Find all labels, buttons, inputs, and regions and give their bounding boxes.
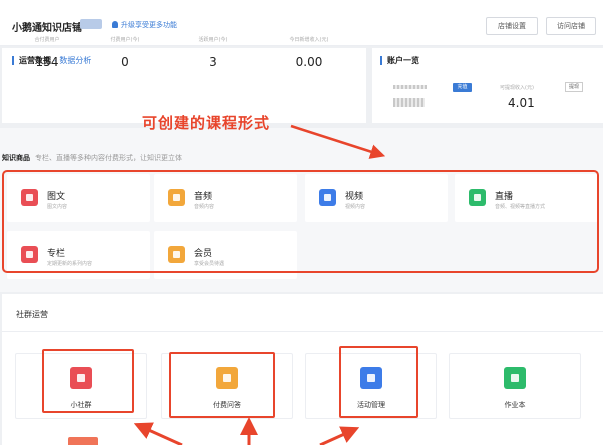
blurred-label xyxy=(393,85,427,89)
shop-settings-button[interactable]: 店铺设置 xyxy=(486,17,538,35)
stat-value: 154 xyxy=(35,55,59,69)
highlight-activity xyxy=(339,346,418,418)
visit-shop-button[interactable]: 访问店铺 xyxy=(546,17,596,35)
divider xyxy=(2,331,603,332)
notebook-icon xyxy=(504,367,526,389)
shop-name: 小鹅通知识店铺 xyxy=(12,23,82,34)
account-title: 账户一览 xyxy=(380,56,419,65)
stat-value: 3 xyxy=(209,55,217,69)
withdraw-value: 4.01 xyxy=(508,96,535,110)
vip-badge-icon xyxy=(80,19,102,29)
highlight-small-group xyxy=(42,349,134,413)
stat-label: 付费用户(今) xyxy=(110,37,140,43)
upgrade-link[interactable]: 升级享受更多功能 xyxy=(112,20,177,30)
knowledge-subtitle: 专栏、直播等多种内容付费形式，让知识更立体 xyxy=(35,154,182,162)
upgrade-label: 升级享受更多功能 xyxy=(121,21,177,29)
stat-paid-users-today: 付费用户(今) 0 xyxy=(82,36,168,69)
course-types-highlight xyxy=(2,170,599,273)
stat-value: 0.00 xyxy=(295,55,323,69)
stat-value: 0 xyxy=(121,55,129,69)
highlight-paid-qa xyxy=(169,352,275,418)
community-title: 社群运营 xyxy=(16,310,48,319)
withdraw-button[interactable]: 提现 xyxy=(565,82,583,92)
annotation-text: 可创建的课程形式 xyxy=(142,114,271,132)
stat-label: 活跃用户(今) xyxy=(198,37,228,43)
recharge-chip[interactable]: 充值 xyxy=(453,83,472,92)
user-icon xyxy=(112,21,118,28)
stat-active-users-today: 活跃用户(今) 3 xyxy=(170,36,256,69)
withdraw-label: 可提现收入(元) xyxy=(500,85,534,91)
blurred-value xyxy=(393,98,425,107)
community-homework[interactable]: 作业本 xyxy=(449,353,581,419)
community-item-name: 作业本 xyxy=(504,401,526,409)
knowledge-title: 知识商品 专栏、直播等多种内容付费形式，让知识更立体 xyxy=(2,154,182,162)
stat-label: 合付费用户 xyxy=(34,37,60,43)
partial-icon xyxy=(68,437,98,445)
page: 小鹅通知识店铺 升级享受更多功能 店铺设置 访问店铺 运营数据 - 数据分析 合付… xyxy=(0,0,603,445)
stat-total-paid-users: 合付费用户 154 xyxy=(4,36,90,69)
stat-income-today: 今日新增收入(元) 0.00 xyxy=(266,36,352,69)
stat-label: 今日新增收入(元) xyxy=(289,37,329,43)
